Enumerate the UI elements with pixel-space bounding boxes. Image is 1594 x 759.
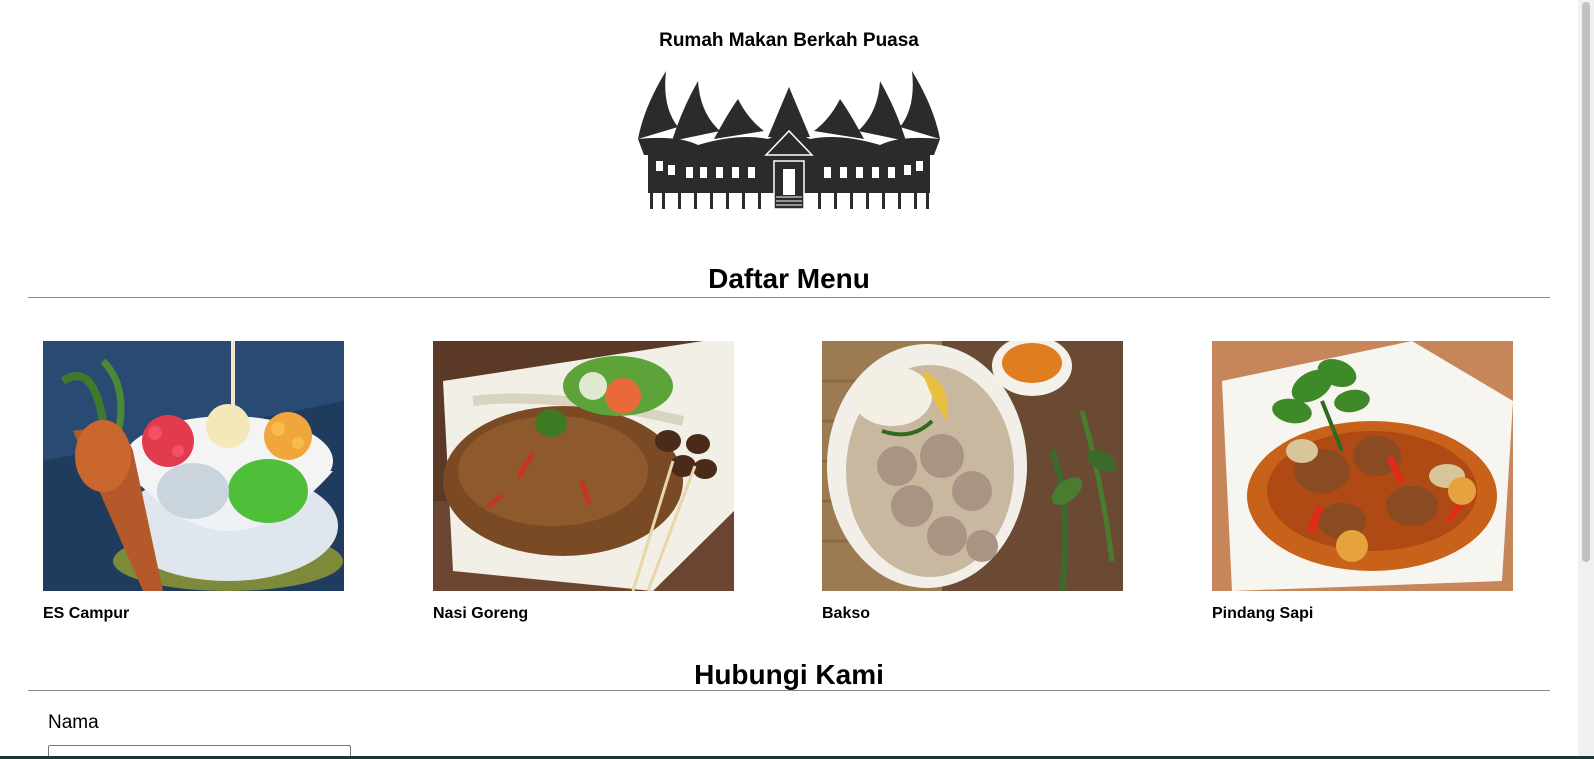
- menu-item-name: Pindang Sapi: [1212, 605, 1314, 622]
- menu-item-pindang-sapi[interactable]: Pindang Sapi: [1212, 341, 1513, 623]
- menu-item-bakso[interactable]: Bakso: [822, 341, 1123, 623]
- menu-item-name: ES Campur: [43, 605, 130, 622]
- pindang-sapi-photo: [1212, 341, 1513, 591]
- name-label: Nama: [48, 712, 99, 733]
- menu-section-divider: [28, 297, 1550, 298]
- vertical-scrollbar[interactable]: [1578, 0, 1594, 759]
- menu-item-name: Nasi Goreng: [433, 605, 529, 622]
- menu-item-nasi-goreng[interactable]: Nasi Goreng: [433, 341, 734, 623]
- contact-section-title: Hubungi Kami: [694, 659, 884, 690]
- scrollbar-thumb[interactable]: [1582, 2, 1590, 562]
- menu-item-name: Bakso: [822, 605, 871, 622]
- site-title: Rumah Makan Berkah Puasa: [659, 30, 919, 51]
- es-campur-photo: [43, 341, 344, 591]
- nasi-goreng-photo: [433, 341, 734, 591]
- menu-item-es-campur[interactable]: ES Campur: [43, 341, 344, 623]
- menu-section-title: Daftar Menu: [708, 263, 870, 294]
- contact-section-divider: [28, 690, 1550, 691]
- page: Rumah Makan Berkah Puasa Daftar Menu ES …: [0, 0, 1578, 759]
- rumah-gadang-logo-icon: [638, 71, 940, 210]
- bakso-photo: [822, 341, 1123, 591]
